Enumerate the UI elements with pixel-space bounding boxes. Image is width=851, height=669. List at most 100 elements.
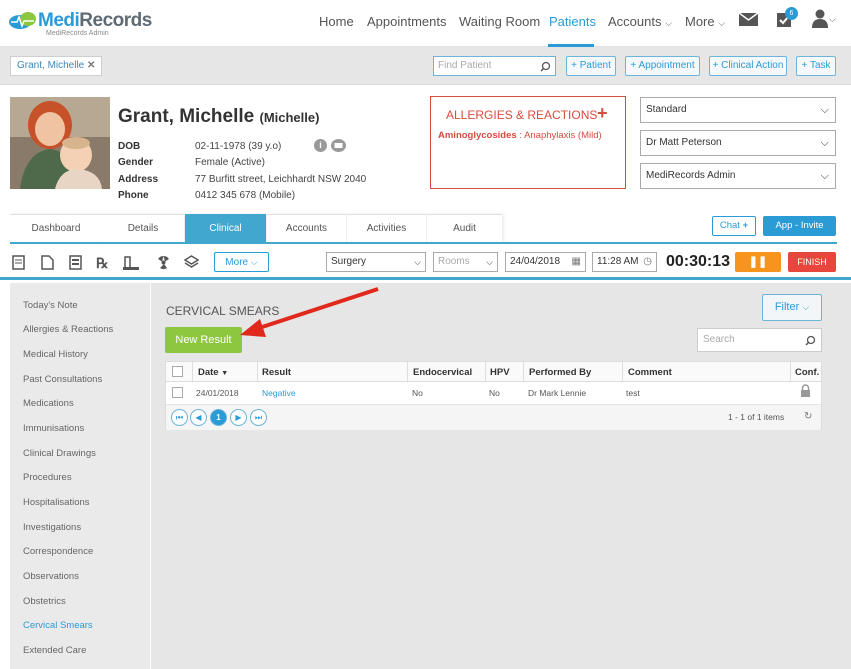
- nav-appointments[interactable]: Appointments: [367, 14, 447, 29]
- more-actions-button[interactable]: More ⌵: [214, 252, 269, 272]
- practitioner-select[interactable]: Dr Matt Peterson ⌵: [640, 130, 836, 156]
- search-icon[interactable]: [805, 335, 816, 346]
- patient-name: Grant, Michelle (Michelle): [118, 106, 319, 128]
- add-patient-button[interactable]: + Patient: [566, 56, 616, 76]
- open-patient-tab[interactable]: Grant, Michelle ✕: [10, 56, 103, 76]
- tab-activities[interactable]: Activities: [347, 214, 426, 242]
- column-header-date[interactable]: Date ▼: [198, 367, 228, 378]
- layers-icon[interactable]: [184, 255, 199, 270]
- rooms-select[interactable]: Rooms ⌵: [433, 252, 498, 272]
- sidebar-item-past-consultations[interactable]: Past Consultations: [23, 374, 102, 385]
- appointment-type-value: Standard: [646, 104, 687, 115]
- app-invite-button[interactable]: App - Invite: [763, 216, 836, 236]
- mail-icon[interactable]: [739, 12, 758, 27]
- chevron-down-icon[interactable]: ⌵: [829, 14, 836, 25]
- nav-more[interactable]: More ⌵: [685, 14, 725, 29]
- address-label: Address: [118, 174, 159, 185]
- allergy-entry[interactable]: Aminoglycosides : Anaphylaxis (Mild): [438, 130, 602, 141]
- last-page-button[interactable]: ⏭: [250, 409, 267, 426]
- location-select[interactable]: Surgery ⌵: [326, 252, 426, 272]
- cell-result[interactable]: Negative: [262, 388, 296, 398]
- time-input[interactable]: 11:28 AM ◷: [592, 252, 657, 272]
- refresh-icon[interactable]: ↻: [804, 411, 812, 422]
- search-icon[interactable]: [540, 61, 551, 72]
- column-header-performed-by[interactable]: Performed By: [529, 367, 591, 378]
- chevron-down-icon: ⌵: [665, 18, 672, 28]
- camera-icon[interactable]: [331, 139, 346, 152]
- info-icon[interactable]: i: [314, 139, 327, 152]
- column-header-hpv[interactable]: HPV: [490, 367, 510, 378]
- lock-icon[interactable]: [800, 384, 811, 397]
- sidebar-item-obstetrics[interactable]: Obstetrics: [23, 596, 66, 607]
- clock-icon[interactable]: ◷: [643, 253, 652, 271]
- column-header-date-label: Date: [198, 367, 219, 378]
- current-page-button[interactable]: 1: [210, 409, 227, 426]
- calendar-icon[interactable]: ▦: [572, 253, 581, 271]
- column-header-endocervical[interactable]: Endocervical: [413, 367, 472, 378]
- gender-label: Gender: [118, 157, 154, 168]
- radiology-icon[interactable]: [156, 255, 171, 270]
- chevron-down-icon: ⌵: [820, 170, 829, 182]
- nav-accounts[interactable]: Accounts ⌵: [608, 14, 672, 29]
- chevron-down-icon: ⌵: [820, 104, 829, 116]
- patient-photo-image: [10, 97, 110, 189]
- nav-home[interactable]: Home: [319, 14, 354, 29]
- tab-audit[interactable]: Audit: [427, 214, 502, 242]
- sidebar-item-cervical-smears[interactable]: Cervical Smears: [23, 620, 93, 631]
- finish-button[interactable]: FINISH: [788, 252, 836, 272]
- prev-page-button[interactable]: ◀: [190, 409, 207, 426]
- sidebar-item-medical-history[interactable]: Medical History: [23, 349, 88, 360]
- results-table: Date ▼ Result Endocervical HPV Performed…: [165, 361, 822, 430]
- select-all-checkbox[interactable]: [172, 366, 183, 377]
- sidebar-item-investigations[interactable]: Investigations: [23, 522, 81, 533]
- tab-dashboard[interactable]: Dashboard: [10, 214, 102, 242]
- prescription-icon[interactable]: ℞: [96, 255, 109, 272]
- sidebar-item-medications[interactable]: Medications: [23, 398, 74, 409]
- sidebar-item-todays-note[interactable]: Today's Note: [23, 300, 78, 311]
- sidebar-item-procedures[interactable]: Procedures: [23, 472, 72, 483]
- user-icon[interactable]: [812, 9, 828, 28]
- nav-waiting-room[interactable]: Waiting Room: [459, 14, 540, 29]
- add-appointment-button[interactable]: + Appointment: [625, 56, 700, 76]
- first-page-button[interactable]: ⏮: [171, 409, 188, 426]
- tab-clinical[interactable]: Clinical: [185, 214, 266, 242]
- form-icon[interactable]: [69, 255, 82, 270]
- sidebar-item-immunisations[interactable]: Immunisations: [23, 423, 84, 434]
- column-header-confidential[interactable]: Conf.: [795, 367, 819, 378]
- cloud-logo-icon: [9, 12, 36, 29]
- tab-details[interactable]: Details: [102, 214, 184, 242]
- sidebar-item-hospitalisations[interactable]: Hospitalisations: [23, 497, 90, 508]
- chevron-down-icon: ⌵: [802, 302, 810, 312]
- table-header: Date ▼ Result Endocervical HPV Performed…: [166, 362, 821, 382]
- pathology-icon[interactable]: [123, 255, 139, 270]
- sidebar-item-extended-care[interactable]: Extended Care: [23, 645, 86, 656]
- sidebar-item-clinical-drawings[interactable]: Clinical Drawings: [23, 448, 96, 459]
- column-header-result[interactable]: Result: [262, 367, 291, 378]
- add-allergy-icon[interactable]: +: [597, 103, 608, 124]
- find-patient-input[interactable]: Find Patient: [433, 56, 556, 76]
- filter-button[interactable]: Filter ⌵: [762, 294, 822, 321]
- plus-icon: +: [742, 220, 749, 231]
- add-clinical-action-button[interactable]: + Clinical Action: [709, 56, 787, 76]
- pause-button[interactable]: ❚❚: [735, 252, 781, 272]
- sidebar-item-correspondence[interactable]: Correspondence: [23, 546, 93, 557]
- chevron-down-icon: ⌵: [486, 257, 493, 267]
- practice-select[interactable]: MediRecords Admin ⌵: [640, 163, 836, 189]
- row-checkbox[interactable]: [172, 387, 183, 398]
- chat-button[interactable]: Chat +: [712, 216, 756, 236]
- close-icon[interactable]: ✕: [87, 60, 95, 71]
- document-icon[interactable]: [41, 255, 54, 270]
- tab-accounts[interactable]: Accounts: [267, 214, 346, 242]
- next-page-button[interactable]: ▶: [230, 409, 247, 426]
- search-input[interactable]: Search: [697, 328, 822, 352]
- sidebar-item-allergies[interactable]: Allergies & Reactions: [23, 324, 113, 335]
- notes-icon[interactable]: [12, 255, 26, 270]
- date-input[interactable]: 24/04/2018 ▦: [505, 252, 586, 272]
- appointment-type-select[interactable]: Standard ⌵: [640, 97, 836, 123]
- sidebar-item-observations[interactable]: Observations: [23, 571, 79, 582]
- add-task-button[interactable]: + Task: [796, 56, 836, 76]
- column-header-comment[interactable]: Comment: [628, 367, 672, 378]
- location-value: Surgery: [331, 256, 367, 267]
- medirecords-logo[interactable]: MediRecords MediRecords Admin: [8, 8, 152, 40]
- nav-patients[interactable]: Patients: [549, 14, 596, 29]
